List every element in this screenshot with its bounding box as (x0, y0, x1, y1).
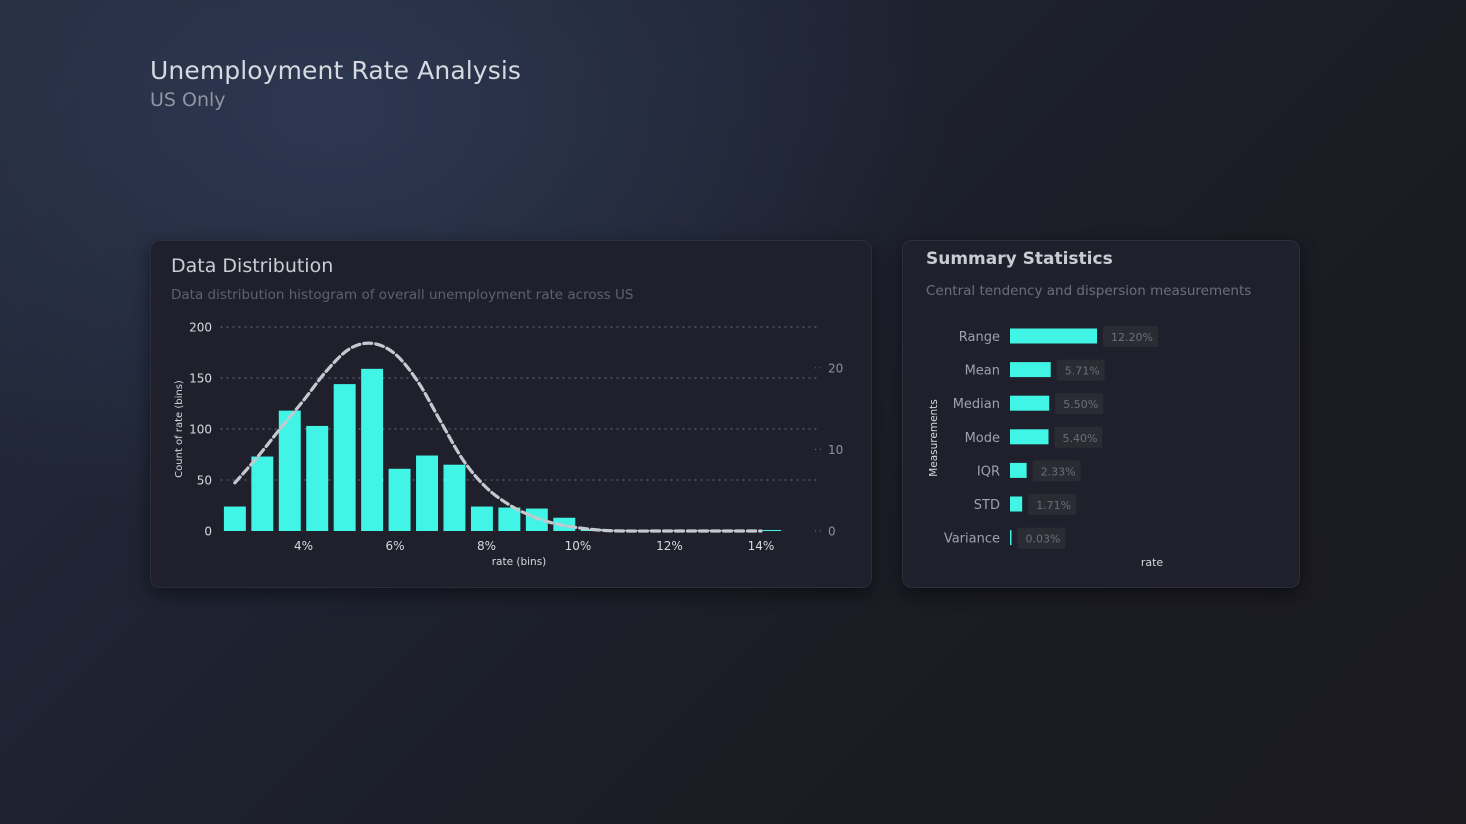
value-label: 5.40% (1063, 432, 1098, 445)
histogram-bar (470, 506, 493, 531)
category-label: STD (974, 498, 1000, 513)
value-label: 1.71% (1036, 499, 1071, 512)
stat-bar (1010, 462, 1027, 478)
x-tick-label: 12% (656, 539, 683, 553)
stat-bar (1010, 496, 1023, 512)
category-label: Variance (944, 532, 1000, 547)
category-label: IQR (977, 464, 1000, 479)
histogram-bar (388, 468, 411, 531)
y-axis-title: Count of rate (bins) (174, 380, 185, 478)
y-tick-label: 0 (204, 525, 212, 539)
histogram-chart[interactable]: 0 50 100 150 200 0 10 20 4% 6% 8% 10% 12% 14% rate (bi… (151, 241, 871, 587)
x-tick-label: 10% (565, 539, 592, 553)
histogram-bar (416, 455, 439, 531)
y2-tick-label: 10 (828, 443, 843, 457)
y-tick-label: 50 (197, 474, 212, 488)
histogram-bar (361, 368, 384, 531)
report-header: Unemployment Rate Analysis US Only (150, 56, 521, 111)
y-tick-label: 200 (189, 321, 212, 335)
stat-bar (1010, 328, 1097, 344)
page-title: Unemployment Rate Analysis (150, 56, 521, 85)
x-tick-label: 8% (477, 539, 496, 553)
x-tick-label: 6% (385, 539, 404, 553)
value-label: 2.33% (1041, 465, 1076, 478)
summary-statistics-card[interactable]: Summary Statistics Central tendency and … (902, 240, 1300, 588)
x-tick-label: 14% (748, 539, 775, 553)
value-label: 12.20% (1111, 331, 1153, 344)
y-axis-title: Measurements (928, 399, 940, 477)
data-distribution-card[interactable]: Data Distribution Data distribution hist… (150, 240, 872, 588)
y-tick-label: 150 (189, 372, 212, 386)
stat-bar (1010, 362, 1051, 378)
x-tick-label: 4% (294, 539, 313, 553)
summary-bar-chart[interactable]: Range 12.20% Mean 5.71% Median 5.50% Mode 5.40%… (903, 241, 1299, 587)
histogram-bar (333, 384, 356, 531)
histogram-bar (251, 456, 274, 531)
stat-bar (1010, 530, 1012, 546)
y2-tick-label: 20 (828, 361, 843, 375)
page-subtitle: US Only (150, 89, 226, 111)
histogram-bar (223, 506, 246, 531)
value-label: 5.71% (1065, 365, 1100, 378)
stat-bar (1010, 395, 1050, 411)
value-label: 5.50% (1063, 398, 1098, 411)
histogram-bar (443, 464, 466, 531)
y-tick-label: 100 (189, 423, 212, 437)
stat-bar (1010, 429, 1049, 445)
category-label: Mode (965, 431, 1000, 446)
category-label: Mean (965, 364, 1000, 379)
x-axis-title: rate (1141, 556, 1164, 569)
x-axis-title: rate (bins) (492, 556, 547, 568)
category-label: Range (959, 330, 1000, 345)
histogram-bar (306, 425, 329, 531)
y2-tick-label: 0 (828, 525, 836, 539)
category-label: Median (953, 397, 1000, 412)
value-label: 0.03% (1026, 533, 1061, 546)
